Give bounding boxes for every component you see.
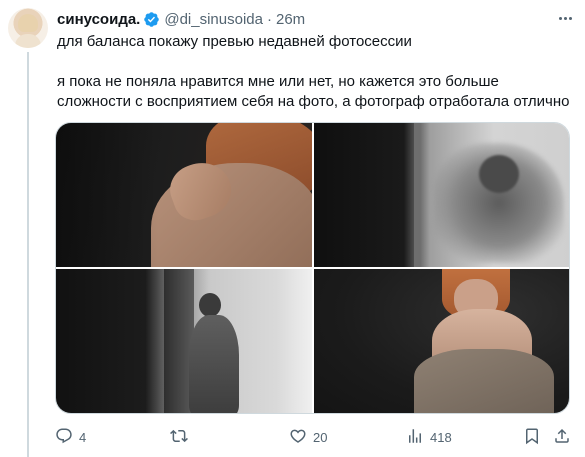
photo-3[interactable] bbox=[56, 269, 312, 413]
share-icon bbox=[553, 427, 571, 448]
tweet-header: синусоида. @di_sinusoida · 26m bbox=[57, 9, 305, 29]
reply-button[interactable]: 4 bbox=[55, 427, 86, 448]
tweet-text-line-1: для баланса покажу превью недавней фотос… bbox=[57, 33, 412, 50]
user-handle[interactable]: @di_sinusoida bbox=[164, 11, 263, 28]
views-icon bbox=[406, 427, 424, 448]
display-name[interactable]: синусоида. bbox=[57, 11, 140, 28]
avatar-body bbox=[15, 34, 41, 48]
like-count: 20 bbox=[313, 430, 328, 445]
view-count: 418 bbox=[430, 430, 452, 445]
thread-line bbox=[27, 52, 29, 457]
retweet-button[interactable] bbox=[170, 427, 194, 448]
like-button[interactable]: 20 bbox=[289, 427, 327, 448]
more-options-icon[interactable] bbox=[554, 8, 576, 28]
separator-dot: · bbox=[266, 10, 272, 28]
bookmark-button[interactable] bbox=[523, 427, 541, 448]
bookmark-icon bbox=[523, 427, 541, 448]
tweet-text-line-3: сложности с восприятием себя на фото, а … bbox=[57, 93, 570, 110]
photo-1[interactable] bbox=[56, 123, 312, 267]
avatar-hair bbox=[18, 14, 38, 32]
share-button[interactable] bbox=[553, 427, 571, 448]
retweet-icon bbox=[170, 427, 188, 448]
action-bar: 4 20 418 bbox=[0, 427, 585, 447]
avatar[interactable] bbox=[8, 8, 48, 48]
timestamp[interactable]: 26m bbox=[276, 11, 305, 28]
reply-count: 4 bbox=[79, 430, 87, 445]
reply-icon bbox=[55, 427, 73, 448]
tweet-text-line-2: я пока не поняла нравится мне или нет, н… bbox=[57, 73, 499, 90]
media-grid bbox=[55, 122, 570, 414]
photo-4[interactable] bbox=[314, 269, 569, 413]
views-button[interactable]: 418 bbox=[406, 427, 452, 448]
like-icon bbox=[289, 427, 307, 448]
photo-2[interactable] bbox=[314, 123, 569, 267]
verified-badge-icon bbox=[143, 11, 160, 28]
